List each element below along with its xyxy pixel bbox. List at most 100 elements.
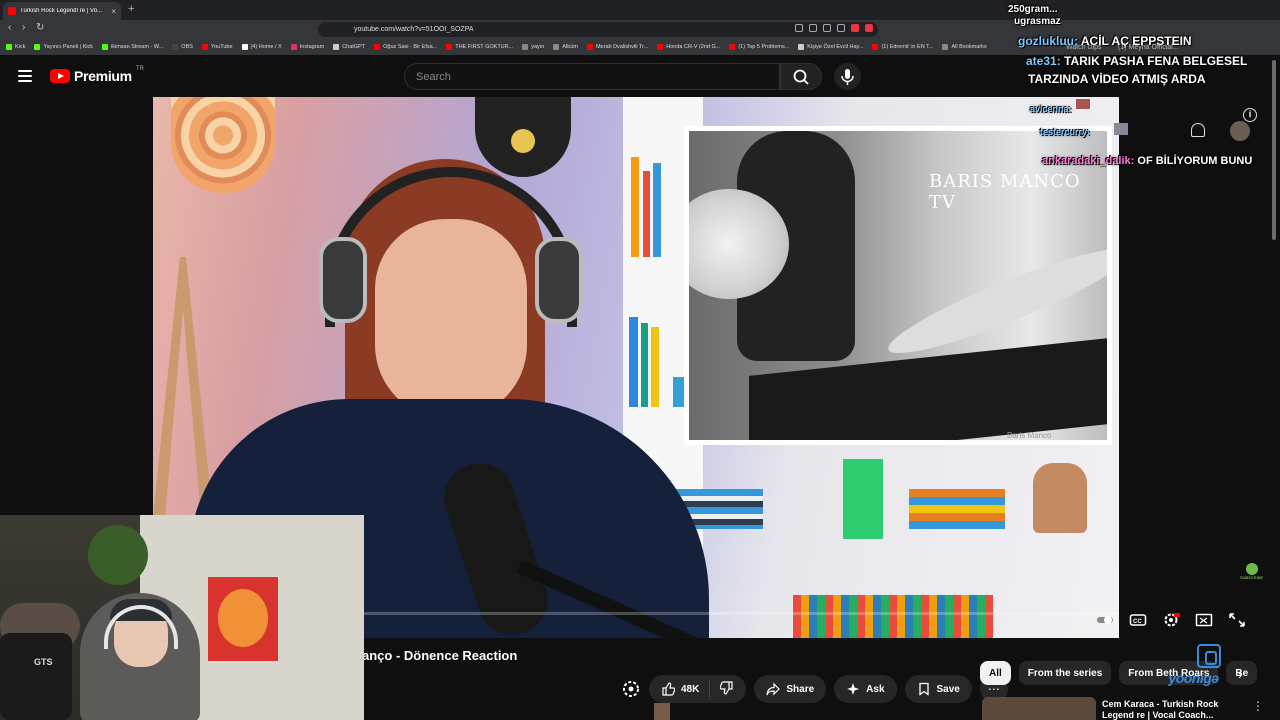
chat-message: TARZINDA VİDEO ATMIŞ ARDA [1028, 72, 1206, 86]
zoom-icon[interactable] [809, 24, 817, 32]
chat-username: ankaradaki_dalik: [1042, 155, 1135, 167]
bookmark-item[interactable]: Instagram [290, 44, 324, 50]
rewards-icon[interactable] [865, 24, 873, 32]
bookmark-label: THE FIRST GOKTUR... [455, 44, 514, 50]
new-tab-button[interactable]: + [128, 3, 134, 15]
voice-search-button[interactable] [834, 63, 861, 90]
bookmark-label: Kick [15, 44, 26, 50]
recommended-title[interactable]: Cem Karaca - Turkish Rock Legend re | Vo… [1102, 699, 1218, 720]
bookmark-favicon-icon [34, 44, 41, 50]
bookmark-item[interactable]: All Bookmarks [942, 44, 987, 50]
bookmark-item[interactable]: ChatGPT [333, 44, 365, 50]
bookmark-item[interactable]: Yayıncı Paneli | Kick [34, 44, 93, 50]
bookmark-item[interactable]: YouTube [201, 44, 233, 50]
dislike-button[interactable] [710, 680, 746, 698]
youtube-premium-logo[interactable]: Premium TR [50, 66, 144, 84]
bookmark-item[interactable]: Merab Dvalishvili Tr... [586, 44, 649, 50]
book [843, 459, 883, 539]
chat-username: avicenna: [1030, 104, 1072, 114]
bookmark-item[interactable]: THE FIRST GOKTUR... [446, 44, 513, 50]
recommended-title-line: Cem Karaca - Turkish Rock [1102, 699, 1219, 709]
settings-gear-icon[interactable] [1162, 612, 1180, 628]
forward-arrow-icon[interactable]: › [22, 22, 25, 33]
chat-message: 250gram... [1008, 4, 1057, 15]
fullscreen-icon[interactable] [1228, 612, 1246, 628]
chat-message: ankaradaki_dalik: OF BİLİYORUM BUNU [1042, 155, 1252, 167]
bookmark-label: Albüm [562, 44, 578, 50]
menu-hamburger-icon[interactable] [18, 70, 32, 82]
diffuser [1033, 463, 1087, 533]
search-input[interactable]: Search [404, 63, 780, 90]
chat-username: ate31: [1026, 54, 1061, 68]
browser-tab-active[interactable]: Turkish Rock Legend! re | Vo... × [3, 2, 121, 20]
bookmark-item[interactable]: OBS [172, 44, 193, 50]
channel-avatar-partial[interactable] [654, 703, 670, 720]
bookmark-item[interactable]: (1) Edremit' in EN T... [872, 44, 933, 50]
bookmark-favicon-icon [172, 44, 179, 50]
miniplayer-icon[interactable] [1195, 612, 1213, 628]
autoplay-toggle-icon[interactable] [1096, 612, 1114, 628]
bookmark-favicon-icon [942, 44, 949, 50]
bookmark-item[interactable]: yayın [522, 44, 544, 50]
chat-text: OF BİLİYORUM BUNU [1137, 155, 1253, 167]
chat-text: TARIK PASHA FENA BELGESEL [1064, 54, 1248, 68]
bookmark-item[interactable]: ikimsan Stream - W... [102, 44, 163, 50]
bookmark-item[interactable]: Albüm [553, 44, 578, 50]
tab-title: Turkish Rock Legend! re | Vo... [20, 8, 103, 14]
logo-wordmark: Premium [74, 68, 132, 84]
chat-message: avicenna: [1030, 104, 1072, 114]
bookmark-favicon-icon [374, 44, 381, 50]
subscribe-animation: SUBSCRIBE [1240, 563, 1263, 580]
video-title: anço - Dönence Reaction [362, 648, 518, 663]
filter-chip[interactable]: All [980, 661, 1011, 685]
bookmark-item[interactable]: Kick [6, 44, 25, 50]
bookmark-label: Merab Dvalishvili Tr... [595, 44, 649, 50]
url-text: youtube.com/watch?v=51OOI_SOZPA [354, 26, 474, 33]
back-arrow-icon[interactable]: ‹ [8, 22, 11, 33]
android-bot-icon [1245, 563, 1258, 575]
save-button[interactable]: Save [904, 675, 972, 703]
chat-mini-text: (1) Meyna Official... [1118, 44, 1179, 51]
yooniqe-watermark: yoonigə [1166, 644, 1221, 686]
bookmark-item[interactable]: (4) Home / X [241, 44, 282, 50]
bookmark-favicon-icon [657, 44, 664, 50]
bookmark-item[interactable]: Honda CR-V (2nd G... [657, 44, 720, 50]
bookmark-label: (4) Home / X [250, 44, 282, 50]
chat-emote [1114, 123, 1128, 135]
search-icon [793, 69, 809, 85]
like-count: 48K [681, 683, 700, 695]
filter-chip[interactable]: From the series [1018, 661, 1112, 685]
bookmark-favicon-icon [798, 44, 805, 50]
bookmark-label: OBS [181, 44, 193, 50]
ask-button[interactable]: Ask [834, 675, 897, 703]
cast-icon[interactable] [795, 24, 803, 32]
webcam-chair [0, 633, 72, 720]
yooniqe-text: yoonigə [1168, 670, 1219, 686]
bookmark-item[interactable]: (1) Top 5 Problems... [729, 44, 789, 50]
bookmark-item[interactable]: Kişiye Özel Evcil Hay... [798, 44, 863, 50]
reload-icon[interactable]: ↻ [36, 22, 44, 33]
inset-watermark: BARIS MANCO TV [929, 171, 1081, 213]
bookmark-star-icon[interactable] [837, 24, 845, 32]
ask-label: Ask [866, 683, 885, 695]
player-controls: CC [1096, 612, 1246, 628]
search-button[interactable] [780, 63, 822, 90]
recommended-thumbnail[interactable] [982, 697, 1096, 720]
like-button[interactable]: 48K [649, 680, 711, 698]
address-bar[interactable]: youtube.com/watch?v=51OOI_SOZPA [318, 22, 878, 37]
bookmark-item[interactable]: Oğuz Sasi - Bir Efsa... [374, 44, 437, 50]
streamer-webcam: GTS [0, 515, 364, 720]
sparkle-icon [847, 683, 860, 695]
tab-close-icon[interactable]: × [111, 7, 116, 16]
chat-mini-text: Watch clips [1066, 44, 1102, 51]
headphone-earcup [535, 237, 583, 323]
bookmark-label: Kişiye Özel Evcil Hay... [807, 44, 864, 50]
captions-icon[interactable]: CC [1129, 612, 1147, 628]
bookmark-favicon-icon [446, 44, 453, 50]
chip-next-arrow-icon[interactable]: › [1238, 667, 1242, 682]
shopping-gear-icon[interactable] [621, 679, 641, 699]
share-button[interactable]: Share [754, 675, 827, 703]
brave-shield-icon[interactable] [851, 24, 859, 32]
share-page-icon[interactable] [823, 24, 831, 32]
recommended-more-icon[interactable]: ⋮ [1252, 699, 1264, 713]
